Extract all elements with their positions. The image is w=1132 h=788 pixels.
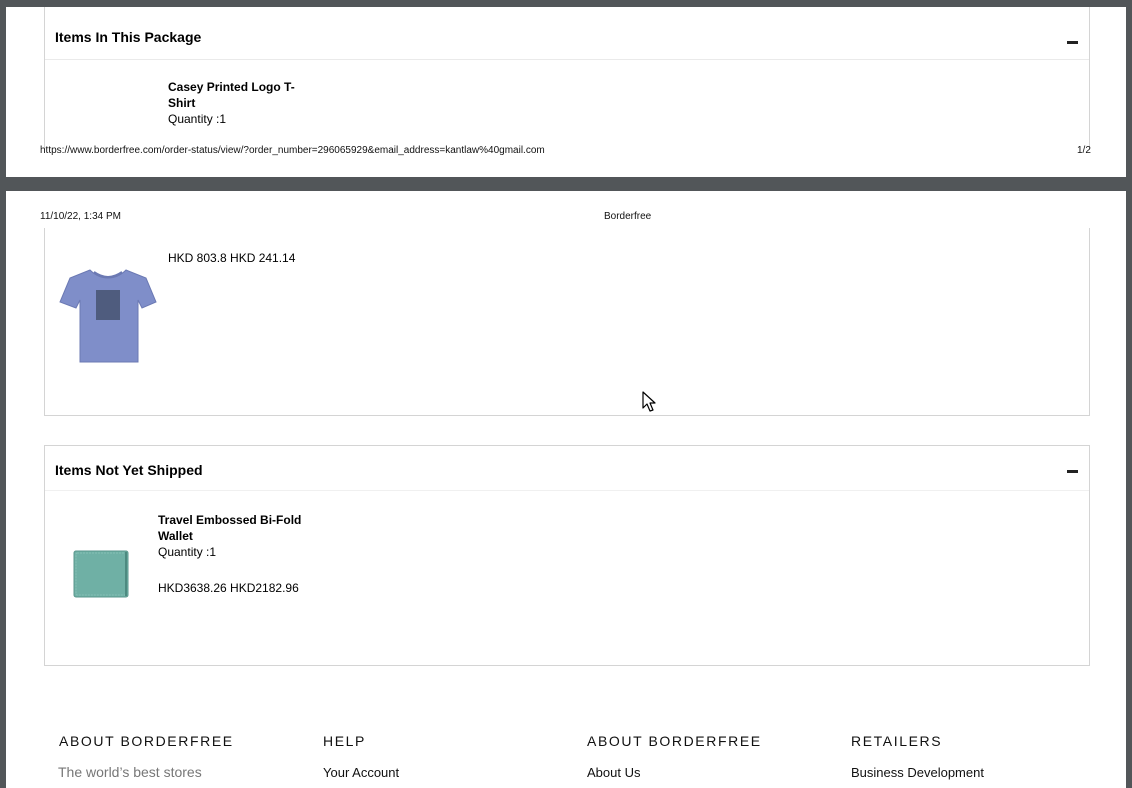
footer-heading-about-2: ABOUT BORDERFREE bbox=[587, 733, 762, 749]
items-in-package-box: Items In This Package Casey Printed Logo… bbox=[44, 7, 1090, 150]
footer-link-your-account[interactable]: Your Account bbox=[323, 765, 399, 780]
footer-heading-help: HELP bbox=[323, 733, 366, 749]
item-price-wallet: HKD3638.26 HKD2182.96 bbox=[158, 581, 299, 595]
print-footer-url: https://www.borderfree.com/order-status/… bbox=[40, 145, 545, 156]
print-page-number: 1/2 bbox=[1077, 145, 1091, 156]
items-not-shipped-box: Items Not Yet Shipped Travel Embossed Bi… bbox=[44, 445, 1090, 666]
items-not-shipped-title: Items Not Yet Shipped bbox=[55, 462, 203, 478]
footer-link-about-us[interactable]: About Us bbox=[587, 765, 640, 780]
footer-heading-about: ABOUT BORDERFREE bbox=[59, 733, 234, 749]
print-header-title: Borderfree bbox=[604, 211, 652, 222]
collapse-minus-icon[interactable] bbox=[1067, 41, 1078, 44]
item-name-tshirt: Casey Printed Logo T- Shirt bbox=[168, 80, 295, 110]
pdf-page-2: 11/10/22, 1:34 PM Borderfree HKD 803.8 H… bbox=[6, 191, 1126, 788]
items-in-package-box-continued: HKD 803.8 HKD 241.14 bbox=[44, 228, 1090, 416]
item-quantity-tshirt: Quantity :1 bbox=[168, 112, 227, 126]
footer-tagline: The world’s best stores bbox=[58, 764, 202, 780]
item-name-wallet: Travel Embossed Bi-Fold Wallet bbox=[158, 513, 302, 543]
wallet-image bbox=[73, 550, 129, 598]
footer-heading-retailers: RETAILERS bbox=[851, 733, 943, 749]
collapse-minus-icon[interactable] bbox=[1067, 470, 1078, 473]
mouse-cursor-icon bbox=[642, 391, 656, 412]
item-quantity-wallet: Quantity :1 bbox=[158, 545, 217, 559]
footer-link-business-development[interactable]: Business Development bbox=[851, 765, 984, 780]
print-header-datetime: 11/10/22, 1:34 PM bbox=[40, 211, 121, 222]
pdf-page-1: Items In This Package Casey Printed Logo… bbox=[6, 7, 1126, 177]
items-in-package-title: Items In This Package bbox=[55, 29, 202, 45]
tshirt-image bbox=[59, 269, 157, 363]
item-price-tshirt: HKD 803.8 HKD 241.14 bbox=[168, 251, 296, 265]
